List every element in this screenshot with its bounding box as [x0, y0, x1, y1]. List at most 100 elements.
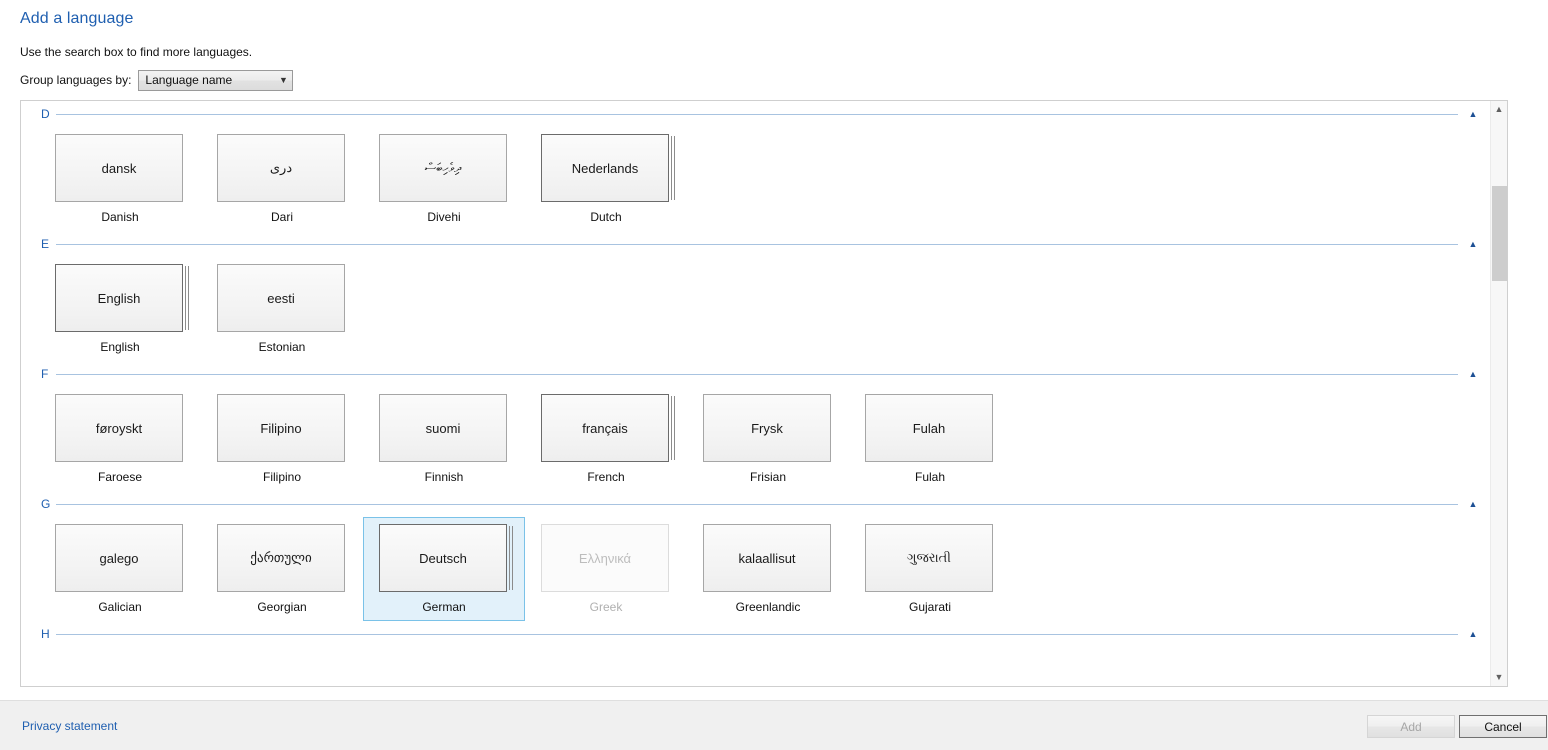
dialog-footer: Privacy statement Add Cancel [0, 700, 1548, 750]
section-divider [56, 504, 1458, 505]
language-native-name: Fulah [865, 394, 993, 462]
tile-stack-indicator [671, 396, 672, 460]
language-tile-english[interactable]: English English [39, 257, 201, 361]
language-tile-row: dansk Danish دری Dari ދިވެހިބަސްDivehiNederl… [21, 127, 1490, 231]
language-native-name: français [541, 394, 669, 462]
language-section-d: D▲ dansk Danish دری Dari ދިވެހިބަސްDivehiNede… [21, 101, 1490, 231]
group-languages-by-select[interactable]: Language name ▼ [138, 70, 293, 91]
language-tile-estonian[interactable]: eestiEstonian [201, 257, 363, 361]
collapse-chevron-icon[interactable]: ▲ [1466, 500, 1480, 509]
language-native-name: kalaallisut [703, 524, 831, 592]
language-tile-box-holder: Frysk [703, 394, 833, 464]
language-section-f: F ▲ føroyskt Faroese FilipinoFilipinosuomi Fi… [21, 361, 1490, 491]
language-english-name: Dutch [590, 210, 621, 224]
language-english-name: Frisian [750, 470, 786, 484]
language-tile-french[interactable]: français French [525, 387, 687, 491]
language-tile-finnish[interactable]: suomi Finnish [363, 387, 525, 491]
language-english-name: Dari [271, 210, 293, 224]
scroll-up-arrow-icon[interactable]: ▲ [1491, 101, 1507, 118]
add-button[interactable]: Add [1367, 715, 1455, 738]
scroll-down-arrow-icon[interactable]: ▼ [1491, 669, 1507, 686]
language-english-name: Gujarati [909, 600, 951, 614]
language-tile-box-holder: ગુજરાતી [865, 524, 995, 594]
language-english-name: English [100, 340, 139, 354]
collapse-chevron-icon[interactable]: ▲ [1466, 370, 1480, 379]
language-tile-box-holder: دری [217, 134, 347, 204]
language-tile-filipino[interactable]: FilipinoFilipino [201, 387, 363, 491]
language-native-name: English [55, 264, 183, 332]
language-native-name: eesti [217, 264, 345, 332]
language-tile-dutch[interactable]: Nederlands Dutch [525, 127, 687, 231]
section-letter: E [41, 237, 52, 251]
language-tile-frisian[interactable]: Frysk Frisian [687, 387, 849, 491]
section-divider [56, 244, 1458, 245]
language-native-name: دری [217, 134, 345, 202]
language-english-name: Greenlandic [736, 600, 801, 614]
language-section-g: G▲galegoGalicianქართულიGeorgianDeutschGe… [21, 491, 1490, 621]
language-tile-row: galegoGalicianქართულიGeorgianDeutsch Germ… [21, 517, 1490, 621]
privacy-statement-link[interactable]: Privacy statement [22, 719, 117, 733]
section-header: E▲ [21, 231, 1490, 257]
language-tile-galician[interactable]: galegoGalician [39, 517, 201, 621]
language-native-name: dansk [55, 134, 183, 202]
tile-stack-indicator [188, 266, 189, 330]
section-divider [56, 634, 1458, 635]
language-english-name: Greek [590, 600, 623, 614]
language-native-name: Filipino [217, 394, 345, 462]
language-tile-box-holder: Deutsch [379, 524, 509, 594]
language-tile-box-holder: Nederlands [541, 134, 671, 204]
language-tile-divehi[interactable]: ދިވެހިބަސްDivehi [363, 127, 525, 231]
tile-stack-indicator [674, 136, 675, 200]
section-header: G▲ [21, 491, 1490, 517]
tile-stack-indicator [674, 396, 675, 460]
language-tile-greek: Ελληνικά Greek [525, 517, 687, 621]
language-tile-box-holder: suomi [379, 394, 509, 464]
language-tile-georgian[interactable]: ქართულიGeorgian [201, 517, 363, 621]
cancel-button[interactable]: Cancel [1459, 715, 1547, 738]
language-english-name: Danish [101, 210, 138, 224]
section-letter: H [41, 627, 52, 641]
language-native-name: ქართული [217, 524, 345, 592]
language-native-name: Nederlands [541, 134, 669, 202]
page-subtitle: Use the search box to find more language… [20, 45, 252, 59]
language-tile-faroese[interactable]: føroyskt Faroese [39, 387, 201, 491]
language-english-name: German [422, 600, 465, 614]
language-native-name: suomi [379, 394, 507, 462]
section-letter: G [41, 497, 52, 511]
language-english-name: French [587, 470, 624, 484]
language-native-name: Frysk [703, 394, 831, 462]
section-header: H▲ [21, 621, 1490, 647]
vertical-scrollbar[interactable]: ▲ ▼ [1490, 101, 1507, 686]
language-tile-box-holder: français [541, 394, 671, 464]
section-letter: F [41, 367, 52, 381]
language-tile-row: føroyskt Faroese FilipinoFilipinosuomi Finn… [21, 387, 1490, 491]
language-native-name: ગુજરાતી [865, 524, 993, 592]
scrollbar-thumb[interactable] [1492, 186, 1507, 281]
language-list-viewport: D▲ dansk Danish دری Dari ދިވެހިބަސްDivehiNede… [21, 101, 1490, 686]
language-tile-box-holder: eesti [217, 264, 347, 334]
section-header: D▲ [21, 101, 1490, 127]
language-section-e: E▲EnglishEnglisheestiEstonian [21, 231, 1490, 361]
language-english-name: Finnish [425, 470, 464, 484]
language-native-name: Ελληνικά [541, 524, 669, 592]
language-tile-dari[interactable]: دری Dari [201, 127, 363, 231]
language-list-content: D▲ dansk Danish دری Dari ދިވެހިބަސްDivehiNede… [21, 101, 1490, 647]
tile-stack-indicator [509, 526, 510, 590]
collapse-chevron-icon[interactable]: ▲ [1466, 110, 1480, 119]
language-native-name: føroyskt [55, 394, 183, 462]
language-tile-greenlandic[interactable]: kalaallisut Greenlandic [687, 517, 849, 621]
language-tile-gujarati[interactable]: ગુજરાતી Gujarati [849, 517, 1011, 621]
tile-stack-indicator [671, 136, 672, 200]
language-tile-box-holder: Ελληνικά [541, 524, 671, 594]
language-english-name: Faroese [98, 470, 142, 484]
language-tile-box-holder: Filipino [217, 394, 347, 464]
collapse-chevron-icon[interactable]: ▲ [1466, 240, 1480, 249]
language-tile-german[interactable]: Deutsch German [363, 517, 525, 621]
language-tile-danish[interactable]: dansk Danish [39, 127, 201, 231]
group-languages-by-value: Language name [139, 73, 274, 87]
language-english-name: Galician [98, 600, 141, 614]
collapse-chevron-icon[interactable]: ▲ [1466, 630, 1480, 639]
language-tile-fulah[interactable]: FulahFulah [849, 387, 1011, 491]
language-tile-box-holder: føroyskt [55, 394, 185, 464]
language-tile-box-holder: dansk [55, 134, 185, 204]
